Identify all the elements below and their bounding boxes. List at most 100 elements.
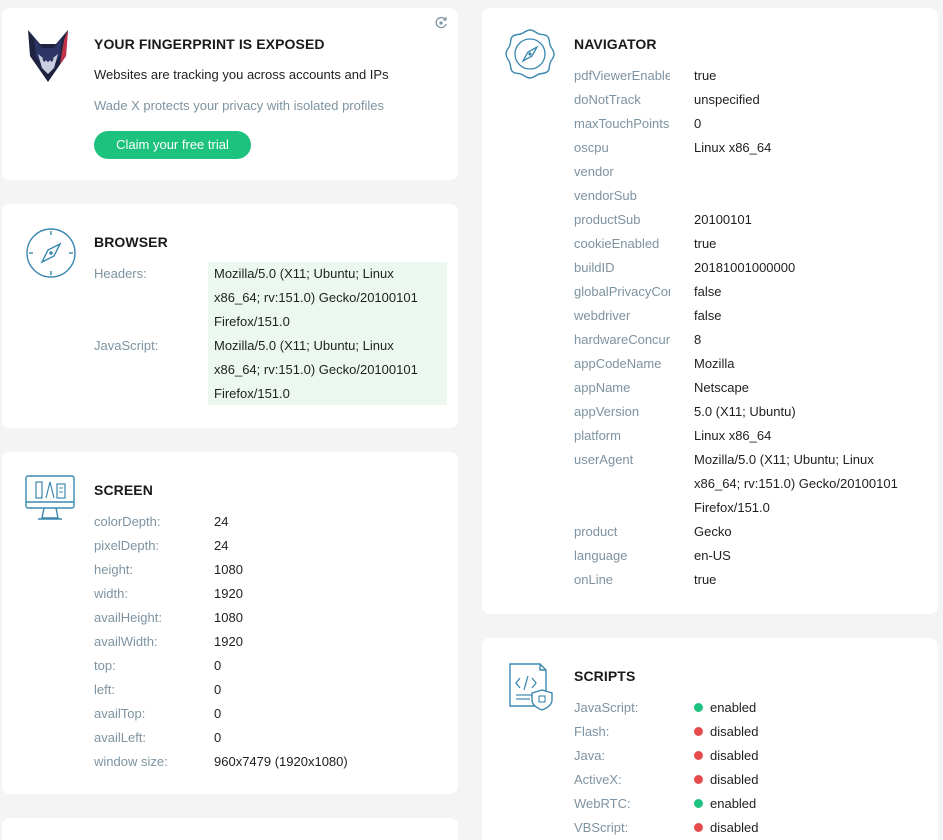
row-key: vendorSub xyxy=(574,188,637,203)
row-value: 0 xyxy=(214,730,222,745)
row-key: availWidth: xyxy=(94,634,158,649)
screen-row: availWidth: 1920 xyxy=(94,630,445,654)
row-value: 1080 xyxy=(214,562,243,577)
row-value: Netscape xyxy=(694,380,749,395)
row-key: onLine xyxy=(574,572,614,587)
row-key: vendor xyxy=(574,164,614,179)
row-value: Linux x86_64 xyxy=(694,428,772,443)
browser-row-javascript: JavaScript: Mozilla/5.0 (X11; Ubuntu; Li… xyxy=(94,334,445,406)
screen-row: left: 0 xyxy=(94,678,445,702)
scripts-row: WebRTC: enabled xyxy=(574,792,925,816)
screen-row: top: 0 xyxy=(94,654,445,678)
row-value: Gecko xyxy=(694,524,732,539)
row-value: 24 xyxy=(214,514,229,529)
navigator-row: cookieEnabled true xyxy=(574,232,925,256)
row-value: 5.0 (X11; Ubuntu) xyxy=(694,404,796,419)
screen-card: SCREEN colorDepth: 24 pixelDepth: 24 height:… xyxy=(2,452,458,794)
row-key: product xyxy=(574,524,618,539)
row-value: 1920 xyxy=(214,586,243,601)
screen-title: SCREEN xyxy=(94,482,153,498)
screen-row: width: 1920 xyxy=(94,582,445,606)
row-value: 0 xyxy=(214,706,222,721)
navigator-row: globalPrivacyControl false xyxy=(574,280,925,304)
row-value: 960x7479 (1920x1080) xyxy=(214,754,348,769)
navigator-row: productSub 20100101 xyxy=(574,208,925,232)
row-key: pdfViewerEnabled xyxy=(574,68,670,83)
scripts-row: VBScript: disabled xyxy=(574,816,925,840)
row-key: userAgent xyxy=(574,452,634,467)
row-value: 0 xyxy=(214,682,222,697)
row-key: left: xyxy=(94,682,115,697)
navigator-row: language en-US xyxy=(574,544,925,568)
row-value: 1080 xyxy=(214,610,243,625)
navigator-row: vendorSub xyxy=(574,184,925,208)
row-value: true xyxy=(694,68,717,83)
navigator-title: NAVIGATOR xyxy=(574,36,657,52)
disabled-status-dot xyxy=(694,751,703,760)
row-key: VBScript: xyxy=(574,820,629,835)
navigator-row: oscpu Linux x86_64 xyxy=(574,136,925,160)
row-value: false xyxy=(694,284,722,299)
disabled-status-dot xyxy=(694,727,703,736)
status-text: disabled xyxy=(710,748,759,763)
row-key: Flash: xyxy=(574,724,610,739)
screen-row: availTop: 0 xyxy=(94,702,445,726)
row-key: availLeft: xyxy=(94,730,147,745)
promo-card: YOUR FINGERPRINT IS EXPOSED Websites are… xyxy=(2,8,458,180)
row-key: Headers: xyxy=(94,266,147,281)
navigator-row: pdfViewerEnabled true xyxy=(574,64,925,88)
claim-trial-button[interactable]: Claim your free trial xyxy=(94,131,251,159)
row-key: oscpu xyxy=(574,140,609,155)
screen-row: availHeight: 1080 xyxy=(94,606,445,630)
navigator-row: appName Netscape xyxy=(574,376,925,400)
browser-title: BROWSER xyxy=(94,234,168,250)
row-value: Mozilla/5.0 (X11; Ubuntu; Linux x86_64; … xyxy=(214,338,418,401)
refresh-icon[interactable] xyxy=(434,16,448,35)
navigator-row: hardwareConcurrency 8 xyxy=(574,328,925,352)
row-key: availTop: xyxy=(94,706,146,721)
monitor-icon xyxy=(24,474,76,527)
disabled-status-dot xyxy=(694,775,703,784)
screen-row: height: 1080 xyxy=(94,558,445,582)
row-value: Linux x86_64 xyxy=(694,140,772,155)
row-value: enabled xyxy=(694,696,756,720)
status-text: disabled xyxy=(710,724,759,739)
screen-row: pixelDepth: 24 xyxy=(94,534,445,558)
script-document-icon xyxy=(504,660,556,717)
browser-row-headers: Headers: Mozilla/5.0 (X11; Ubuntu; Linux… xyxy=(94,262,445,334)
scripts-row: Java: disabled xyxy=(574,744,925,768)
status-text: disabled xyxy=(710,772,759,787)
row-key: cookieEnabled xyxy=(574,236,660,251)
row-key: JavaScript: xyxy=(94,338,159,353)
row-value: false xyxy=(694,308,722,323)
screen-row: colorDepth: 24 xyxy=(94,510,445,534)
navigator-row: vendor xyxy=(574,160,925,184)
navigator-card: NAVIGATOR pdfViewerEnabled true doNotTrack… xyxy=(482,8,938,614)
row-key: maxTouchPoints xyxy=(574,116,670,131)
row-key: ActiveX: xyxy=(574,772,622,787)
row-value: Mozilla/5.0 (X11; Ubuntu; Linux x86_64; … xyxy=(214,266,418,329)
row-key: hardwareConcurrency xyxy=(574,332,670,347)
row-key: pixelDepth: xyxy=(94,538,160,553)
row-key: buildID xyxy=(574,260,615,275)
row-value: enabled xyxy=(694,792,756,816)
row-value: disabled xyxy=(694,720,758,744)
row-value: en-US xyxy=(694,548,731,563)
row-key: globalPrivacyControl xyxy=(574,284,670,299)
enabled-status-dot xyxy=(694,703,703,712)
row-value: Mozilla/5.0 (X11; Ubuntu; Linux x86_64; … xyxy=(694,452,898,515)
row-key: availHeight: xyxy=(94,610,162,625)
navigator-row: product Gecko xyxy=(574,520,925,544)
row-value: true xyxy=(694,236,717,251)
disabled-status-dot xyxy=(694,823,703,832)
navigator-row: userAgent Mozilla/5.0 (X11; Ubuntu; Linux… xyxy=(574,448,925,520)
partial-card-bottom-left xyxy=(2,818,458,840)
row-key: productSub xyxy=(574,212,641,227)
row-value: 1920 xyxy=(214,634,243,649)
row-value: disabled xyxy=(694,744,758,768)
navigator-row: buildID 20181001000000 xyxy=(574,256,925,280)
navigator-row: appVersion 5.0 (X11; Ubuntu) xyxy=(574,400,925,424)
wolf-logo-icon xyxy=(24,28,72,91)
row-value: 0 xyxy=(694,116,702,131)
row-value: 20100101 xyxy=(694,212,752,227)
